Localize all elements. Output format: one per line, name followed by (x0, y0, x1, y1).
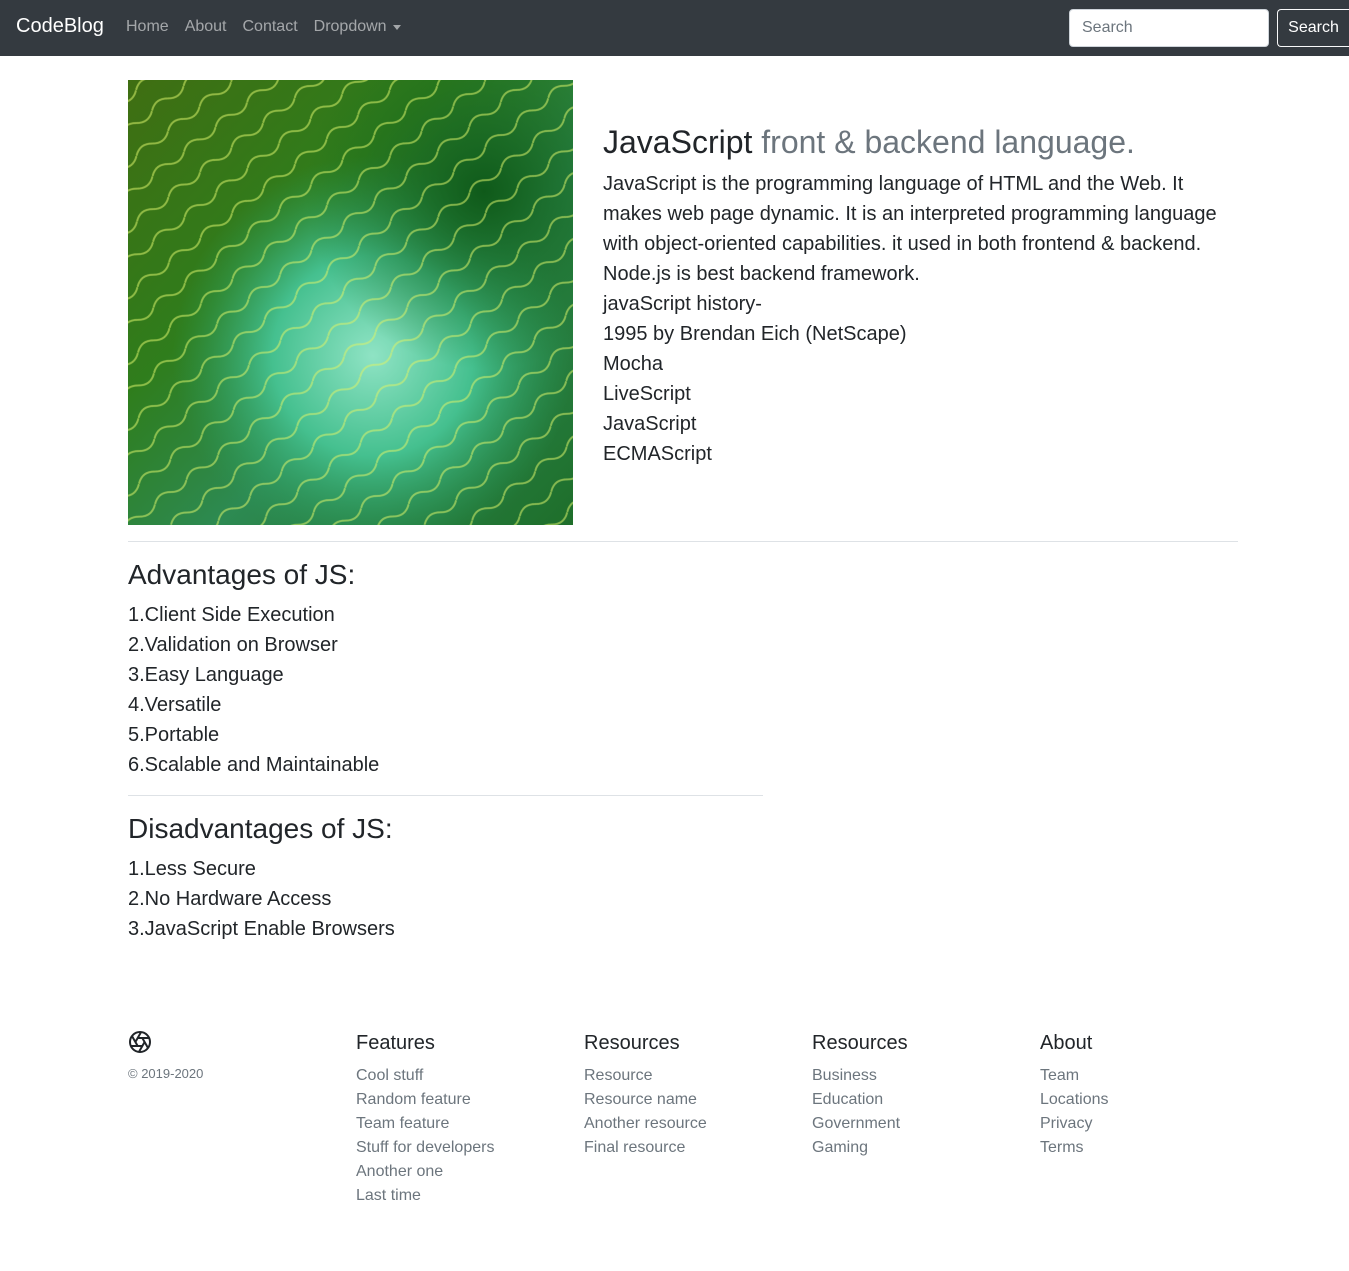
history-heading: javaScript history- (603, 293, 762, 315)
list-item: 6.Scalable and Maintainable (128, 754, 380, 776)
list-item: 2.No Hardware Access (128, 888, 332, 910)
hero-lead: JavaScript is the programming language o… (603, 173, 1217, 285)
footer-link[interactable]: Last time (356, 1184, 494, 1208)
disadvantages-title: Disadvantages of JS: (128, 813, 393, 844)
footer-column-resources: Resources Resource Resource name Another… (584, 1032, 707, 1160)
hero-text: JavaScript is the programming language o… (603, 169, 1239, 469)
copyright: © 2019-2020 (128, 1066, 204, 1081)
footer-link[interactable]: Terms (1040, 1136, 1109, 1160)
navbar: CodeBlog Home About Contact Dropdown Sea… (0, 0, 1349, 56)
footer-link[interactable]: Education (812, 1088, 908, 1112)
list-item: 5.Portable (128, 724, 220, 746)
divider (128, 795, 763, 796)
nav-link-contact[interactable]: Contact (243, 18, 298, 36)
footer-link[interactable]: Final resource (584, 1136, 707, 1160)
list-item: 2.Validation on Browser (128, 634, 338, 656)
advantages-list: 1.Client Side Execution 2.Validation on … (128, 600, 379, 780)
history-item: 1995 by Brendan Eich (NetScape) (603, 323, 907, 345)
footer-link[interactable]: Cool stuff (356, 1064, 494, 1088)
footer-link[interactable]: Government (812, 1112, 908, 1136)
list-item: 3.JavaScript Enable Browsers (128, 918, 395, 940)
footer-column-features: Features Cool stuff Random feature Team … (356, 1032, 494, 1208)
divider (128, 541, 1238, 542)
advantages-title: Advantages of JS: (128, 559, 356, 590)
history-item: LiveScript (603, 383, 691, 405)
footer-link[interactable]: Another resource (584, 1112, 707, 1136)
list-item: 1.Less Secure (128, 858, 256, 880)
footer-link[interactable]: Gaming (812, 1136, 908, 1160)
footer-link[interactable]: Locations (1040, 1088, 1109, 1112)
search-input[interactable] (1069, 9, 1269, 47)
nav-links: Home About Contact Dropdown (126, 18, 401, 36)
footer-column-title: Features (356, 1032, 435, 1054)
caret-down-icon (392, 24, 401, 30)
algae-water-image (128, 80, 573, 525)
footer-link[interactable]: Resource (584, 1064, 707, 1088)
aperture-icon (128, 1030, 152, 1054)
hero-title: JavaScript front & backend language. (603, 124, 1135, 161)
footer-column-title: Resources (584, 1032, 680, 1054)
footer-link[interactable]: Business (812, 1064, 908, 1088)
footer-column-title: Resources (812, 1032, 908, 1054)
footer-link[interactable]: Privacy (1040, 1112, 1109, 1136)
history-item: ECMAScript (603, 443, 712, 465)
history-item: JavaScript (603, 413, 697, 435)
footer-link[interactable]: Another one (356, 1160, 494, 1184)
navbar-brand[interactable]: CodeBlog (16, 15, 104, 38)
footer-column-title: About (1040, 1032, 1093, 1054)
footer-column-resources-2: Resources Business Education Government … (812, 1032, 908, 1160)
hero-title-muted: front & backend language. (761, 124, 1135, 160)
footer-link[interactable]: Team feature (356, 1112, 494, 1136)
disadvantages-list: 1.Less Secure 2.No Hardware Access 3.Jav… (128, 854, 395, 944)
footer-column-about: About Team Locations Privacy Terms (1040, 1032, 1109, 1160)
list-item: 3.Easy Language (128, 664, 284, 686)
nav-dropdown-label: Dropdown (313, 18, 387, 35)
nav-dropdown-toggle[interactable]: Dropdown (314, 18, 401, 36)
hero-image (128, 80, 573, 525)
list-item: 4.Versatile (128, 694, 222, 716)
hero-title-main: JavaScript (603, 124, 753, 160)
search-button[interactable]: Search (1277, 9, 1349, 47)
footer-link[interactable]: Team (1040, 1064, 1109, 1088)
nav-link-about[interactable]: About (185, 18, 227, 36)
nav-link-home[interactable]: Home (126, 18, 169, 36)
footer-link[interactable]: Resource name (584, 1088, 707, 1112)
footer-link[interactable]: Stuff for developers (356, 1136, 494, 1160)
footer-link[interactable]: Random feature (356, 1088, 494, 1112)
history-item: Mocha (603, 353, 664, 375)
list-item: 1.Client Side Execution (128, 604, 335, 626)
